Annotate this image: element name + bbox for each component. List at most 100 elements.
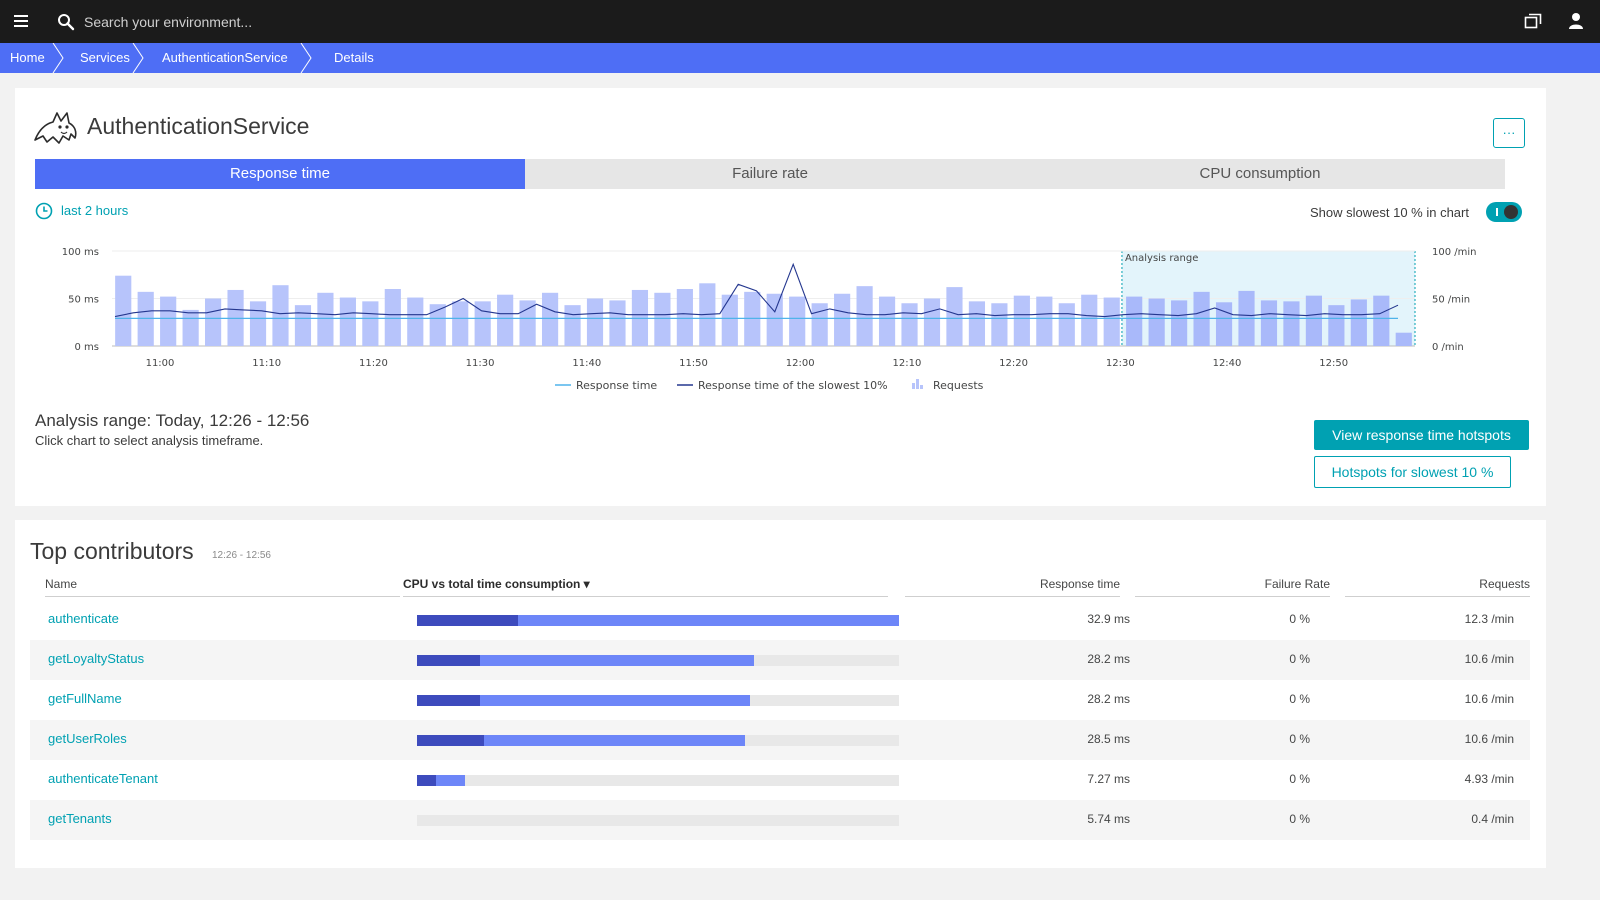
x-tick-label: 11:30 (466, 358, 495, 369)
cpu-time-bar (417, 775, 437, 786)
row-name-link[interactable]: getUserRoles (48, 731, 127, 746)
x-tick-label: 11:00 (146, 358, 175, 369)
requests-bar (834, 293, 851, 346)
legend-slowest-label: Response time of the slowest 10% (698, 379, 888, 392)
slowest-hotspots-button[interactable]: Hotspots for slowest 10 % (1314, 456, 1511, 488)
requests-bar (1328, 305, 1345, 346)
x-tick-label: 12:50 (1319, 358, 1348, 369)
x-tick-label: 12:30 (1106, 358, 1135, 369)
legend-requests-swatch (920, 385, 923, 389)
requests-bar (923, 298, 941, 346)
hamburger-menu-icon[interactable] (14, 15, 28, 27)
row-name-link[interactable]: authenticate (48, 611, 119, 626)
consumption-bar (417, 695, 899, 706)
row-name-link[interactable]: getFullName (48, 691, 122, 706)
breadcrumb: Home Services AuthenticationService Deta… (0, 43, 1600, 73)
breadcrumb-service[interactable]: AuthenticationService (144, 43, 312, 73)
breadcrumb-home[interactable]: Home (0, 43, 64, 73)
column-requests[interactable]: Requests (1345, 577, 1530, 597)
requests-bar (901, 303, 918, 346)
x-tick-label: 11:10 (252, 358, 281, 369)
legend-requests-label: Requests (933, 379, 984, 392)
requests-bar (519, 300, 536, 346)
windows-icon[interactable] (1524, 13, 1542, 30)
requests-bar (452, 301, 469, 346)
requests-bar (1305, 295, 1322, 346)
requests-bar (991, 303, 1008, 346)
requests-bar (586, 298, 604, 346)
analysis-range-label: Analysis range (1125, 253, 1198, 264)
view-hotspots-button[interactable]: View response time hotspots (1314, 420, 1529, 450)
requests-bar (1036, 296, 1053, 346)
search-input[interactable] (84, 8, 684, 35)
response-time-chart[interactable]: Analysis range 100 ms 50 ms 0 ms 100 /min 50 … (15, 88, 1546, 408)
top-bar (0, 0, 1600, 43)
row-response-time: 5.74 ms (1087, 812, 1130, 826)
breadcrumb-details-label: Details (334, 50, 374, 65)
row-requests: 4.93 /min (1464, 772, 1514, 786)
requests-bar (721, 294, 738, 346)
requests-bar (1350, 299, 1367, 346)
requests-bar (272, 285, 289, 346)
requests-bar (339, 297, 356, 346)
table-row[interactable]: getTenants 5.74 ms 0 % 0.4 /min (30, 800, 1530, 840)
requests-bar (856, 286, 873, 346)
row-requests: 10.6 /min (1464, 652, 1514, 666)
table-row[interactable]: authenticateTenant 7.27 ms 0 % 4.93 /min (30, 760, 1530, 800)
row-name-link[interactable]: getLoyaltyStatus (48, 651, 144, 666)
x-tick-label: 11:50 (679, 358, 708, 369)
row-failure-rate: 0 % (1289, 692, 1310, 706)
analysis-range-hint: Click chart to select analysis timeframe… (35, 433, 264, 448)
requests-bar (1148, 298, 1165, 346)
row-requests: 10.6 /min (1464, 732, 1514, 746)
requests-bar (160, 296, 177, 346)
x-tick-label: 11:40 (572, 358, 601, 369)
top-contributors-title: Top contributors (30, 538, 194, 564)
requests-bar (968, 301, 986, 346)
row-failure-rate: 0 % (1289, 812, 1310, 826)
requests-bar (878, 296, 896, 346)
x-tick-label: 11:20 (359, 358, 388, 369)
row-name-link[interactable]: getTenants (48, 811, 112, 826)
requests-bar (946, 287, 963, 346)
requests-bar (541, 292, 559, 346)
row-response-time: 28.2 ms (1087, 652, 1130, 666)
legend-response-time-label: Response time (576, 379, 657, 392)
breadcrumb-services[interactable]: Services (64, 43, 144, 73)
breadcrumb-details[interactable]: Details (312, 43, 392, 73)
table-row[interactable]: getUserRoles 28.5 ms 0 % 10.6 /min (30, 720, 1530, 760)
requests-bar (1171, 300, 1188, 346)
table-row[interactable]: getFullName 28.2 ms 0 % 10.6 /min (30, 680, 1530, 720)
column-name[interactable]: Name (45, 577, 400, 597)
y-left-tick-label: 100 ms (62, 247, 99, 258)
requests-bar (1058, 303, 1075, 346)
requests-bar (294, 305, 312, 346)
consumption-bar (417, 815, 899, 826)
requests-bar (766, 293, 783, 346)
row-response-time: 28.2 ms (1087, 692, 1130, 706)
user-icon[interactable] (1568, 12, 1584, 30)
y-left-tick-label: 50 ms (68, 295, 99, 306)
row-requests: 0.4 /min (1471, 812, 1514, 826)
row-name-link[interactable]: authenticateTenant (48, 771, 158, 786)
requests-bar (362, 301, 379, 346)
y-right-tick-label: 50 /min (1432, 295, 1470, 306)
requests-bar (609, 300, 626, 346)
row-requests: 10.6 /min (1464, 692, 1514, 706)
table-row[interactable]: authenticate 32.9 ms 0 % 12.3 /min (30, 600, 1530, 640)
column-response-time[interactable]: Response time (905, 577, 1120, 597)
column-cpu-vs-total[interactable]: CPU vs total time consumption ▾ (403, 577, 888, 597)
table-row[interactable]: getLoyaltyStatus 28.2 ms 0 % 10.6 /min (30, 640, 1530, 680)
consumption-bar (417, 655, 899, 666)
requests-bar (1373, 295, 1390, 346)
requests-bar (384, 289, 401, 346)
column-failure-rate[interactable]: Failure Rate (1135, 577, 1330, 597)
cpu-time-bar (417, 695, 480, 706)
cpu-time-bar (417, 735, 485, 746)
top-contributors-range: 12:26 - 12:56 (212, 550, 271, 561)
search-icon[interactable] (57, 13, 75, 31)
legend-requests-swatch (912, 383, 915, 389)
requests-bar (1260, 300, 1278, 346)
y-left-tick-label: 0 ms (75, 342, 100, 353)
x-tick-label: 12:20 (999, 358, 1028, 369)
